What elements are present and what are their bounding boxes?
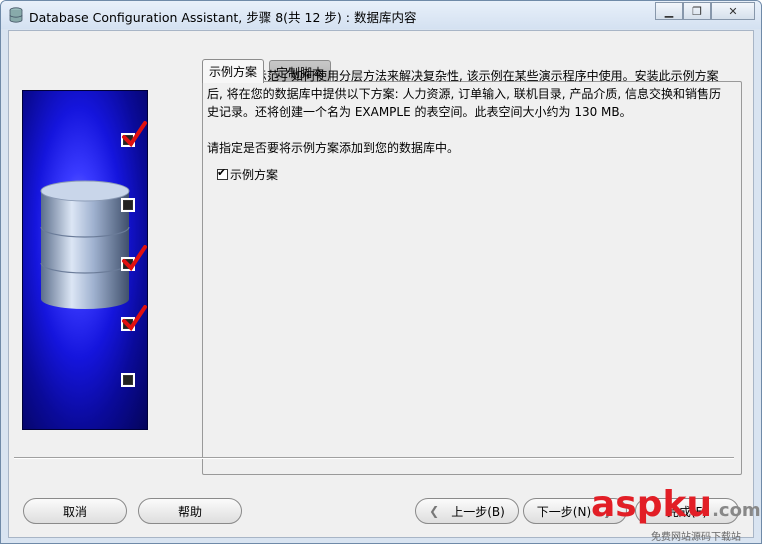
cancel-button[interactable]: 取消 [23, 498, 127, 524]
close-icon: ✕ [728, 4, 738, 18]
checkbox-label: 示例方案 [230, 168, 279, 182]
red-check-icon [122, 245, 147, 271]
button-label: 帮助 [177, 504, 202, 519]
description-text: 示例方案示范了如何使用分层方法来解决复杂性, 该示例在某些演示程序中使用。安装此… [207, 69, 722, 119]
watermark-subtext: 免费网站源码下载站 [651, 532, 741, 543]
help-button[interactable]: 帮助 [138, 498, 242, 524]
back-button[interactable]: ❮ 上一步(B) [415, 498, 519, 524]
minimize-button[interactable]: ▁ [655, 2, 683, 20]
chevron-left-icon: ❮ [429, 504, 440, 518]
window-title: Database Configuration Assistant, 步骤 8(共… [29, 10, 417, 25]
watermark-logo: aspku.com [591, 484, 761, 525]
restore-button[interactable]: ❐ [683, 2, 711, 20]
minimize-icon: ▁ [664, 4, 674, 18]
tab-sample-schemas[interactable]: 示例方案 [202, 59, 265, 83]
red-check-icon [122, 121, 147, 147]
dbca-window: Database Configuration Assistant, 步骤 8(共… [0, 0, 762, 544]
sample-schemas-checkbox-row[interactable]: 示例方案 [217, 166, 278, 183]
watermark-text: aspku [591, 484, 713, 525]
window-controls: ▁ ❐ ✕ [655, 2, 755, 20]
title-bar[interactable]: Database Configuration Assistant, 步骤 8(共… [1, 1, 761, 29]
step-checkbox-1 [121, 121, 147, 147]
restore-icon: ❐ [692, 4, 702, 18]
button-label: 上一步(B) [451, 504, 505, 519]
wizard-illustration [22, 90, 148, 430]
watermark-suffix: .com [712, 500, 761, 521]
sample-schemas-checkbox[interactable] [217, 166, 228, 180]
step-checkbox-3 [121, 245, 147, 271]
step-checkbox-4 [121, 305, 147, 331]
close-button[interactable]: ✕ [711, 2, 755, 20]
button-label: 下一步(N) [536, 504, 592, 519]
prompt-text: 请指定是否要将示例方案添加到您的数据库中。 [207, 141, 460, 155]
footer-separator [14, 457, 734, 459]
step-checkbox-5 [121, 373, 135, 387]
tab-label: 示例方案 [209, 65, 258, 79]
red-check-icon [122, 305, 147, 331]
button-label: 取消 [62, 504, 87, 519]
step-checkbox-2 [121, 198, 135, 212]
database-icon [9, 7, 23, 23]
